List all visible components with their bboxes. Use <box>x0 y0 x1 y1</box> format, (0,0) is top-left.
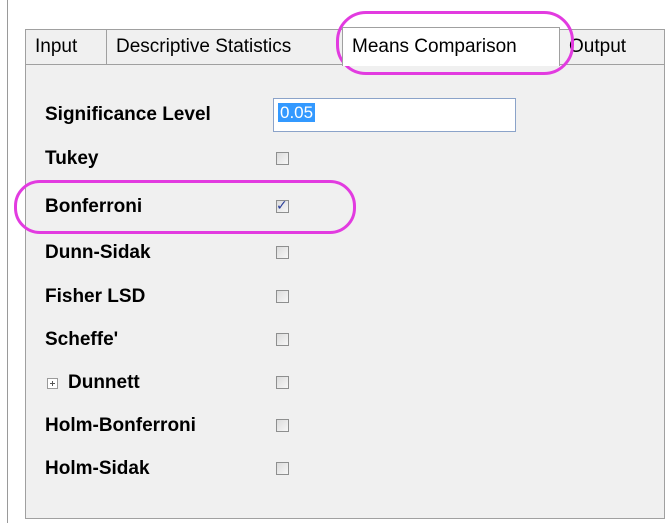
option-holm-sidak-label: Holm-Sidak <box>45 458 150 479</box>
option-dunn-sidak-row: Dunn-Sidak <box>45 238 151 268</box>
option-bonferroni-label: Bonferroni <box>45 196 143 217</box>
tab-output[interactable]: Output <box>559 29 665 64</box>
significance-row: Significance Level <box>45 100 211 130</box>
significance-label: Significance Level <box>45 104 211 125</box>
option-dunn-sidak-label: Dunn-Sidak <box>45 242 151 263</box>
scheffe-checkbox[interactable] <box>276 333 289 346</box>
holm-sidak-checkbox[interactable] <box>276 462 289 475</box>
option-tukey-row: Tukey <box>45 144 99 174</box>
tukey-checkbox[interactable] <box>276 152 289 165</box>
window-edge <box>7 0 8 523</box>
option-fisher-lsd-label: Fisher LSD <box>45 286 146 307</box>
tab-bar: Input Descriptive Statistics Means Compa… <box>25 27 665 66</box>
fisher-lsd-checkbox[interactable] <box>276 290 289 303</box>
significance-value: 0.05 <box>278 103 316 122</box>
holm-bonferroni-checkbox[interactable] <box>276 419 289 432</box>
dunn-sidak-checkbox[interactable] <box>276 246 289 259</box>
option-holm-bonferroni-row: Holm-Bonferroni <box>45 411 196 441</box>
option-fisher-lsd-row: Fisher LSD <box>45 282 145 312</box>
tab-input[interactable]: Input <box>25 29 107 64</box>
option-dunnett-row: Dunnett <box>47 368 140 398</box>
check-icon: ✓ <box>276 198 288 214</box>
bonferroni-checkbox[interactable]: ✓ <box>276 198 289 214</box>
option-scheffe-row: Scheffe' <box>45 325 118 355</box>
tab-descriptive-statistics[interactable]: Descriptive Statistics <box>106 29 343 64</box>
plus-box-icon[interactable] <box>47 377 58 389</box>
option-holm-sidak-row: Holm-Sidak <box>45 454 150 484</box>
significance-input[interactable]: 0.05 <box>273 98 516 132</box>
screen: Input Descriptive Statistics Means Compa… <box>0 0 670 523</box>
option-scheffe-label: Scheffe' <box>45 329 119 350</box>
dunnett-checkbox[interactable] <box>276 376 289 389</box>
option-dunnett-label: Dunnett <box>68 372 140 393</box>
option-tukey-label: Tukey <box>45 148 99 169</box>
option-holm-bonferroni-label: Holm-Bonferroni <box>45 415 196 436</box>
option-bonferroni-row: Bonferroni <box>45 192 142 222</box>
tab-means-comparison[interactable]: Means Comparison <box>342 27 560 66</box>
